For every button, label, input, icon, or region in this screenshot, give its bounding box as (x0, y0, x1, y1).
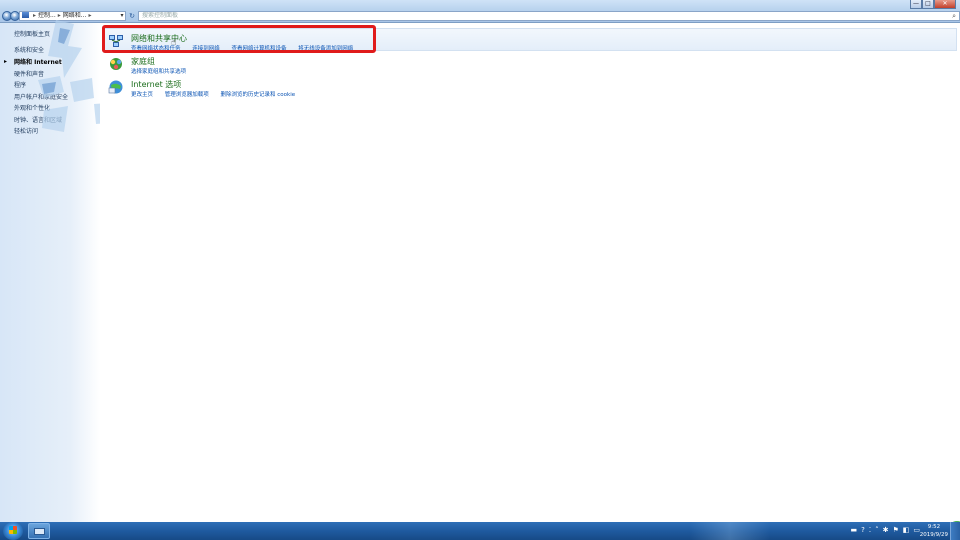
category-title[interactable]: 家庭组 (131, 56, 155, 67)
window-controls: — □ ✕ (910, 0, 956, 10)
link-delete-history-cookies[interactable]: 删除浏览的历史记录和 cookie (221, 92, 296, 98)
search-input[interactable]: 搜索控制面板 ⌕ (138, 11, 960, 21)
breadcrumb-control-panel[interactable]: 控制... (38, 12, 56, 19)
show-desktop-button[interactable] (950, 522, 960, 540)
category-links: 更改主页 管理浏览器加载项 删除浏览的历史记录和 cookie (131, 90, 305, 98)
taskbar-explorer-button[interactable] (28, 523, 50, 539)
taskbar: ▬ ? ⁚ ˄ ✱ ⚑ ◧ ▭ 9:52 2019/9/29 (0, 522, 960, 540)
window-titlebar: ‹ › ▸ 控制... ▸ 网络和... ▸ ▾ ↻ 搜索控制面板 ⌕ — □ ✕ (0, 0, 960, 23)
link-change-homepage[interactable]: 更改主页 (131, 92, 153, 98)
input-method-icon[interactable]: ⁚ (869, 526, 871, 535)
main-content: 网络和共享中心 查看网络状态和任务 连接到网络 查看网络计算机和设备 将无线设备… (100, 23, 960, 539)
nav-hardware-sound[interactable]: 硬件和声音 (14, 69, 44, 78)
mouse-cursor-icon: ☝ (171, 38, 177, 48)
search-placeholder: 搜索控制面板 (142, 12, 179, 19)
nav-network-internet[interactable]: 网络和 Internet (14, 57, 62, 66)
nav-appearance[interactable]: 外观和个性化 (14, 103, 50, 112)
category-links: 选择家庭组和共享选项 (131, 67, 196, 75)
homegroup-icon[interactable] (108, 56, 124, 72)
maximize-button[interactable]: □ (922, 0, 934, 9)
clock-time: 9:52 (927, 524, 941, 530)
nav-clock-language-region[interactable]: 时钟、语言和区域 (14, 115, 62, 124)
nav-ease-of-access[interactable]: 轻松访问 (14, 126, 38, 135)
windows-logo-icon (9, 526, 17, 534)
minimize-button[interactable]: — (910, 0, 922, 9)
refresh-icon[interactable]: ↻ (127, 11, 137, 21)
nav-user-accounts[interactable]: 用户帐户和家庭安全 (14, 92, 68, 101)
tray-expand-icon[interactable]: ˄ (875, 526, 879, 535)
window-icon (34, 528, 45, 535)
breadcrumb-separator: ▸ (88, 12, 92, 19)
clock[interactable]: 9:52 2019/9/29 (920, 523, 948, 539)
link-manage-addons[interactable]: 管理浏览器加载项 (165, 92, 209, 98)
search-icon[interactable]: ⌕ (952, 12, 956, 20)
nav-programs[interactable]: 程序 (14, 80, 26, 89)
antivirus-icon[interactable]: ✱ (883, 526, 889, 535)
volume-icon[interactable]: ◧ (903, 526, 910, 535)
highlight-annotation-box (102, 25, 376, 53)
nav-control-panel-home[interactable]: 控制面板主页 (14, 29, 50, 38)
category-title[interactable]: Internet 选项 (131, 79, 181, 90)
keyboard-icon[interactable]: ▬ (851, 526, 858, 535)
breadcrumb-separator: ▸ (33, 12, 37, 19)
help-icon[interactable]: ? (861, 526, 865, 535)
control-panel-icon (22, 12, 29, 18)
system-tray: ▬ ? ⁚ ˄ ✱ ⚑ ◧ ▭ (851, 526, 920, 535)
link-homegroup-sharing-options[interactable]: 选择家庭组和共享选项 (131, 69, 186, 75)
flag-icon[interactable]: ⚑ (892, 526, 898, 535)
left-navigation-pane: 控制面板主页 系统和安全 ▸ 网络和 Internet 硬件和声音 程序 用户帐… (0, 23, 100, 522)
taskbar-glow (690, 522, 770, 540)
clock-date: 2019/9/29 (919, 532, 948, 538)
nav-system-security[interactable]: 系统和安全 (14, 45, 44, 54)
address-bar[interactable]: ▸ 控制... ▸ 网络和... ▸ (19, 11, 126, 21)
internet-options-icon[interactable] (108, 79, 124, 95)
start-button[interactable] (3, 522, 23, 540)
breadcrumb-separator: ▸ (57, 12, 61, 19)
current-item-marker-icon: ▸ (4, 58, 8, 65)
breadcrumb-network[interactable]: 网络和... (63, 12, 87, 19)
address-dropdown-icon[interactable]: ▾ (118, 11, 126, 21)
close-button[interactable]: ✕ (934, 0, 956, 9)
